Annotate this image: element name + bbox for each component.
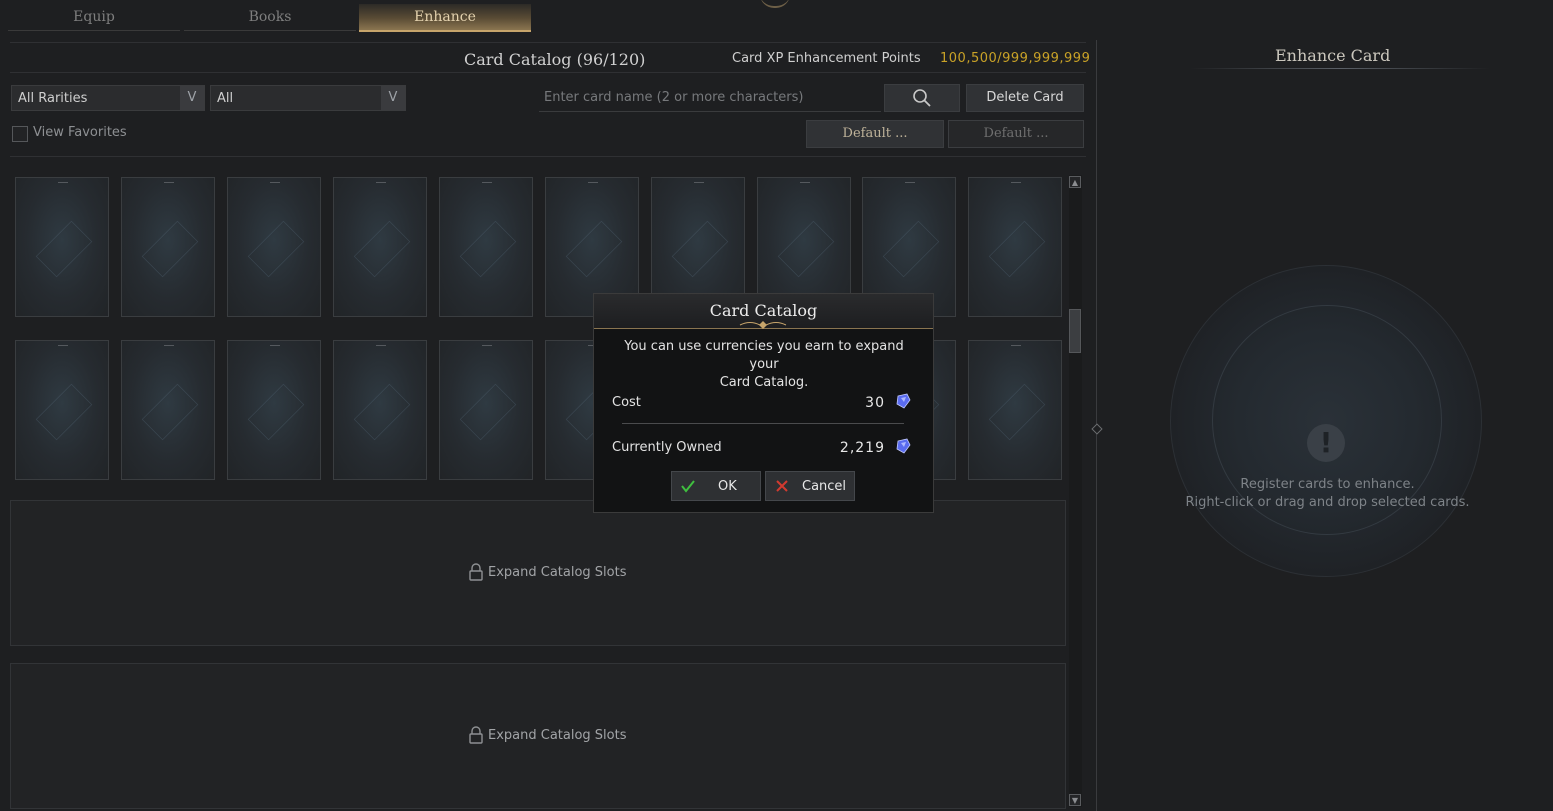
lock-icon (469, 563, 483, 581)
card-slot[interactable] (439, 177, 533, 317)
enhance-title-rule (1190, 68, 1490, 69)
card-back-emblem-icon (353, 220, 411, 278)
delete-card-button[interactable]: Delete Card (966, 84, 1084, 112)
enhance-instructions-line1: Register cards to enhance. (1240, 477, 1415, 492)
dialog-title: Card Catalog (709, 301, 818, 320)
card-back-emblem-icon (353, 383, 411, 441)
card-back-emblem-icon (35, 383, 93, 441)
card-back-emblem-icon (141, 220, 199, 278)
card-back-emblem-icon (882, 220, 940, 278)
chevron-down-icon[interactable]: V (180, 86, 204, 110)
card-back-emblem-icon (671, 220, 729, 278)
card-slot[interactable] (15, 340, 109, 480)
expand-slots-label: Expand Catalog Slots (488, 728, 627, 743)
card-slot[interactable] (121, 340, 215, 480)
category-select-value: All (217, 91, 234, 106)
owned-label: Currently Owned (612, 440, 722, 455)
card-back-emblem-icon (35, 220, 93, 278)
header-divider-2 (10, 72, 1086, 73)
card-slot[interactable] (121, 177, 215, 317)
card-back-emblem-icon (247, 220, 305, 278)
card-back-emblem-icon (988, 383, 1046, 441)
card-slot[interactable] (227, 340, 321, 480)
dialog-separator (622, 423, 904, 424)
view-favorites-label: View Favorites (33, 125, 127, 140)
card-back-emblem-icon (988, 220, 1046, 278)
category-select[interactable]: All V (210, 85, 406, 111)
scroll-up-icon[interactable]: ▲ (1069, 176, 1081, 188)
ornament-icon (739, 321, 787, 329)
card-slot[interactable] (227, 177, 321, 317)
card-back-emblem-icon (247, 383, 305, 441)
header-divider (10, 42, 1086, 43)
blue-crystal-icon (896, 438, 911, 454)
divider-handle-icon (1091, 423, 1103, 435)
search-icon (913, 89, 931, 107)
tab-enhance[interactable]: Enhance (359, 4, 531, 32)
card-back-emblem-icon (141, 383, 199, 441)
owned-value: 2,219 (839, 440, 885, 456)
card-slot[interactable] (968, 177, 1062, 317)
checkmark-icon (681, 480, 695, 493)
enhance-instructions: Register cards to enhance. Right-click o… (1170, 476, 1485, 512)
ok-button[interactable]: OK (671, 471, 761, 501)
card-catalog-dialog: Card Catalog You can use currencies you … (593, 293, 934, 513)
card-slot[interactable] (439, 340, 533, 480)
xp-points-label: Card XP Enhancement Points (732, 51, 921, 66)
card-slot[interactable] (333, 177, 427, 317)
cancel-button-label: Cancel (802, 479, 847, 494)
card-search-input[interactable] (539, 84, 881, 112)
cost-label: Cost (612, 395, 641, 410)
dialog-message-line1: You can use currencies you earn to expan… (624, 339, 904, 372)
card-slot[interactable] (15, 177, 109, 317)
dialog-message-line2: Card Catalog. (719, 375, 809, 390)
card-back-emblem-icon (459, 383, 517, 441)
card-back-emblem-icon (565, 220, 623, 278)
catalog-title: Card Catalog (96/120) (464, 50, 646, 69)
view-favorites-checkbox[interactable] (12, 126, 28, 142)
card-slot[interactable] (333, 340, 427, 480)
tab-books[interactable]: Books (184, 4, 356, 31)
tab-equip[interactable]: Equip (8, 4, 180, 31)
lock-icon (469, 726, 483, 744)
rarity-select[interactable]: All Rarities V (11, 85, 205, 111)
default-button-2[interactable]: Default ... (948, 120, 1084, 148)
search-button[interactable] (884, 84, 960, 112)
filter-divider (10, 156, 1086, 157)
cost-value: 30 (865, 395, 885, 411)
expand-catalog-slots-1[interactable]: Expand Catalog Slots (10, 500, 1066, 646)
card-back-emblem-icon (777, 220, 835, 278)
scrollbar-track[interactable] (1069, 175, 1082, 807)
cancel-button[interactable]: Cancel (765, 471, 855, 501)
expand-slots-label: Expand Catalog Slots (488, 565, 627, 580)
top-ornament-icon (760, 0, 790, 8)
exclamation-icon: ! (1307, 424, 1345, 462)
rarity-select-value: All Rarities (18, 91, 88, 106)
close-icon (776, 480, 788, 492)
scroll-down-icon[interactable]: ▼ (1069, 794, 1081, 806)
default-button-1[interactable]: Default ... (806, 120, 944, 148)
blue-crystal-icon (896, 393, 911, 409)
ok-button-label: OK (718, 479, 737, 494)
enhance-instructions-line2: Right-click or drag and drop selected ca… (1185, 495, 1470, 510)
chevron-down-icon[interactable]: V (381, 86, 405, 110)
scrollbar-thumb[interactable] (1069, 309, 1081, 353)
dialog-message: You can use currencies you earn to expan… (614, 338, 914, 392)
dialog-header: Card Catalog (594, 294, 933, 329)
card-slot[interactable] (968, 340, 1062, 480)
xp-points-value: 100,500/999,999,999 (940, 51, 1091, 66)
card-back-emblem-icon (459, 220, 517, 278)
enhance-card-title: Enhance Card (1275, 46, 1391, 65)
expand-catalog-slots-2[interactable]: Expand Catalog Slots (10, 663, 1066, 809)
